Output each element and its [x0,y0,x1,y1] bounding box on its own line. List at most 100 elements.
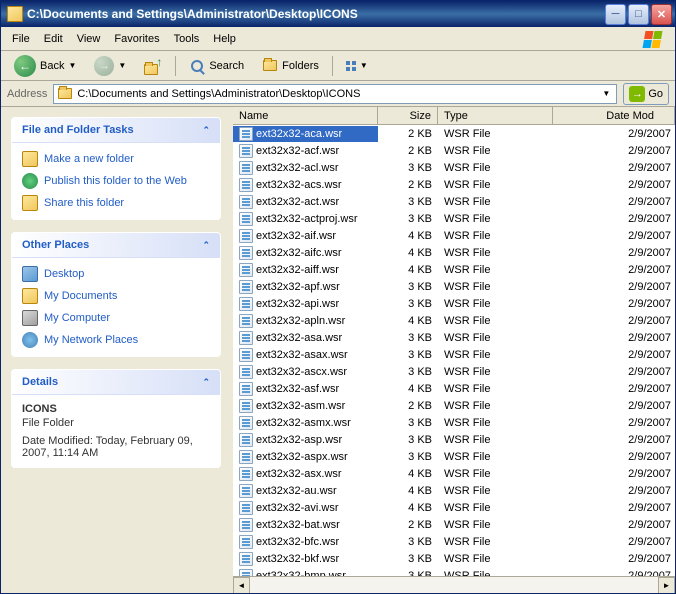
address-input[interactable]: C:\Documents and Settings\Administrator\… [53,84,617,104]
desktop-link[interactable]: Desktop [22,266,210,282]
file-type: WSR File [438,161,553,175]
file-row[interactable]: ext32x32-api.wsr3 KBWSR File2/9/2007 [233,295,675,312]
my-documents-link[interactable]: My Documents [22,288,210,304]
file-row[interactable]: ext32x32-aif.wsr4 KBWSR File2/9/2007 [233,227,675,244]
file-row[interactable]: ext32x32-acl.wsr3 KBWSR File2/9/2007 [233,159,675,176]
places-panel-header[interactable]: Other Places ⌃ [12,233,220,258]
up-button[interactable] [137,53,169,79]
file-row[interactable]: ext32x32-aca.wsr2 KBWSR File2/9/2007 [233,125,675,142]
my-computer-link[interactable]: My Computer [22,310,210,326]
file-date: 2/9/2007 [553,467,675,481]
make-new-folder-link[interactable]: Make a new folder [22,151,210,167]
menu-tools[interactable]: Tools [167,30,207,48]
views-button[interactable]: ▼ [339,57,375,75]
file-type: WSR File [438,501,553,515]
file-row[interactable]: ext32x32-acs.wsr2 KBWSR File2/9/2007 [233,176,675,193]
file-type: WSR File [438,484,553,498]
search-button[interactable]: Search [182,54,251,78]
publish-folder-link[interactable]: Publish this folder to the Web [22,173,210,189]
back-arrow-icon: ← [14,55,36,77]
horizontal-scrollbar[interactable]: ◄ ► [233,576,675,593]
file-row[interactable]: ext32x32-acf.wsr2 KBWSR File2/9/2007 [233,142,675,159]
menu-edit[interactable]: Edit [37,30,70,48]
file-name: ext32x32-act.wsr [256,196,339,208]
separator [175,56,176,76]
file-row[interactable]: ext32x32-bmp.wsr3 KBWSR File2/9/2007 [233,567,675,576]
file-row[interactable]: ext32x32-au.wsr4 KBWSR File2/9/2007 [233,482,675,499]
file-type: WSR File [438,297,553,311]
documents-icon [22,288,38,304]
close-button[interactable]: ✕ [651,4,672,25]
file-date: 2/9/2007 [553,229,675,243]
back-button[interactable]: ← Back ▼ [7,51,83,81]
maximize-button[interactable]: □ [628,4,649,25]
file-name: ext32x32-actproj.wsr [256,213,358,225]
minimize-button[interactable]: ─ [605,4,626,25]
menu-favorites[interactable]: Favorites [107,30,166,48]
file-row[interactable]: ext32x32-bfc.wsr3 KBWSR File2/9/2007 [233,533,675,550]
file-row[interactable]: ext32x32-asmx.wsr3 KBWSR File2/9/2007 [233,414,675,431]
column-date[interactable]: Date Mod [553,107,675,124]
file-row[interactable]: ext32x32-actproj.wsr3 KBWSR File2/9/2007 [233,210,675,227]
file-date: 2/9/2007 [553,365,675,379]
folder-icon [57,86,73,102]
file-row[interactable]: ext32x32-aspx.wsr3 KBWSR File2/9/2007 [233,448,675,465]
my-network-places-link[interactable]: My Network Places [22,332,210,348]
file-row[interactable]: ext32x32-apf.wsr3 KBWSR File2/9/2007 [233,278,675,295]
file-row[interactable]: ext32x32-aiff.wsr4 KBWSR File2/9/2007 [233,261,675,278]
file-icon [239,246,253,260]
column-name[interactable]: Name [233,107,378,124]
computer-icon [22,310,38,326]
go-label: Go [648,88,663,100]
file-name: ext32x32-asa.wsr [256,332,342,344]
tasks-panel-header[interactable]: File and Folder Tasks ⌃ [12,118,220,143]
file-size: 2 KB [378,399,438,413]
file-name: ext32x32-asmx.wsr [256,417,351,429]
chevron-down-icon: ▼ [360,61,368,70]
menu-file[interactable]: File [5,30,37,48]
file-row[interactable]: ext32x32-apln.wsr4 KBWSR File2/9/2007 [233,312,675,329]
file-row[interactable]: ext32x32-aifc.wsr4 KBWSR File2/9/2007 [233,244,675,261]
separator [332,56,333,76]
file-list-body[interactable]: ext32x32-aca.wsr2 KBWSR File2/9/2007ext3… [233,125,675,576]
file-row[interactable]: ext32x32-ascx.wsr3 KBWSR File2/9/2007 [233,363,675,380]
column-type[interactable]: Type [438,107,553,124]
go-button[interactable]: → Go [623,83,669,105]
chevron-down-icon: ▼ [68,61,76,70]
details-panel-header[interactable]: Details ⌃ [12,370,220,395]
file-name: ext32x32-asx.wsr [256,468,342,480]
file-size: 3 KB [378,365,438,379]
file-type: WSR File [438,229,553,243]
file-row[interactable]: ext32x32-bkf.wsr3 KBWSR File2/9/2007 [233,550,675,567]
file-name: ext32x32-asax.wsr [256,349,348,361]
scroll-track[interactable] [250,577,658,594]
file-row[interactable]: ext32x32-asax.wsr3 KBWSR File2/9/2007 [233,346,675,363]
file-name: ext32x32-asp.wsr [256,434,342,446]
file-name: ext32x32-ascx.wsr [256,366,347,378]
menu-help[interactable]: Help [206,30,243,48]
file-size: 3 KB [378,450,438,464]
forward-button[interactable]: → ▼ [87,52,133,80]
titlebar[interactable]: C:\Documents and Settings\Administrator\… [1,1,675,27]
folders-button[interactable]: Folders [255,54,326,78]
file-row[interactable]: ext32x32-asx.wsr4 KBWSR File2/9/2007 [233,465,675,482]
menu-view[interactable]: View [70,30,108,48]
column-headers: Name Size Type Date Mod [233,107,675,125]
chevron-down-icon[interactable]: ▼ [599,89,613,98]
scroll-left-button[interactable]: ◄ [233,577,250,594]
file-row[interactable]: ext32x32-asp.wsr3 KBWSR File2/9/2007 [233,431,675,448]
file-date: 2/9/2007 [553,263,675,277]
file-type: WSR File [438,246,553,260]
details-name: ICONS File Folder [22,403,210,429]
column-size[interactable]: Size [378,107,438,124]
file-row[interactable]: ext32x32-avi.wsr4 KBWSR File2/9/2007 [233,499,675,516]
file-size: 3 KB [378,161,438,175]
file-row[interactable]: ext32x32-asm.wsr2 KBWSR File2/9/2007 [233,397,675,414]
file-row[interactable]: ext32x32-act.wsr3 KBWSR File2/9/2007 [233,193,675,210]
file-row[interactable]: ext32x32-asf.wsr4 KBWSR File2/9/2007 [233,380,675,397]
share-folder-link[interactable]: Share this folder [22,195,210,211]
file-row[interactable]: ext32x32-bat.wsr2 KBWSR File2/9/2007 [233,516,675,533]
file-row[interactable]: ext32x32-asa.wsr3 KBWSR File2/9/2007 [233,329,675,346]
scroll-right-button[interactable]: ► [658,577,675,594]
file-icon [239,195,253,209]
